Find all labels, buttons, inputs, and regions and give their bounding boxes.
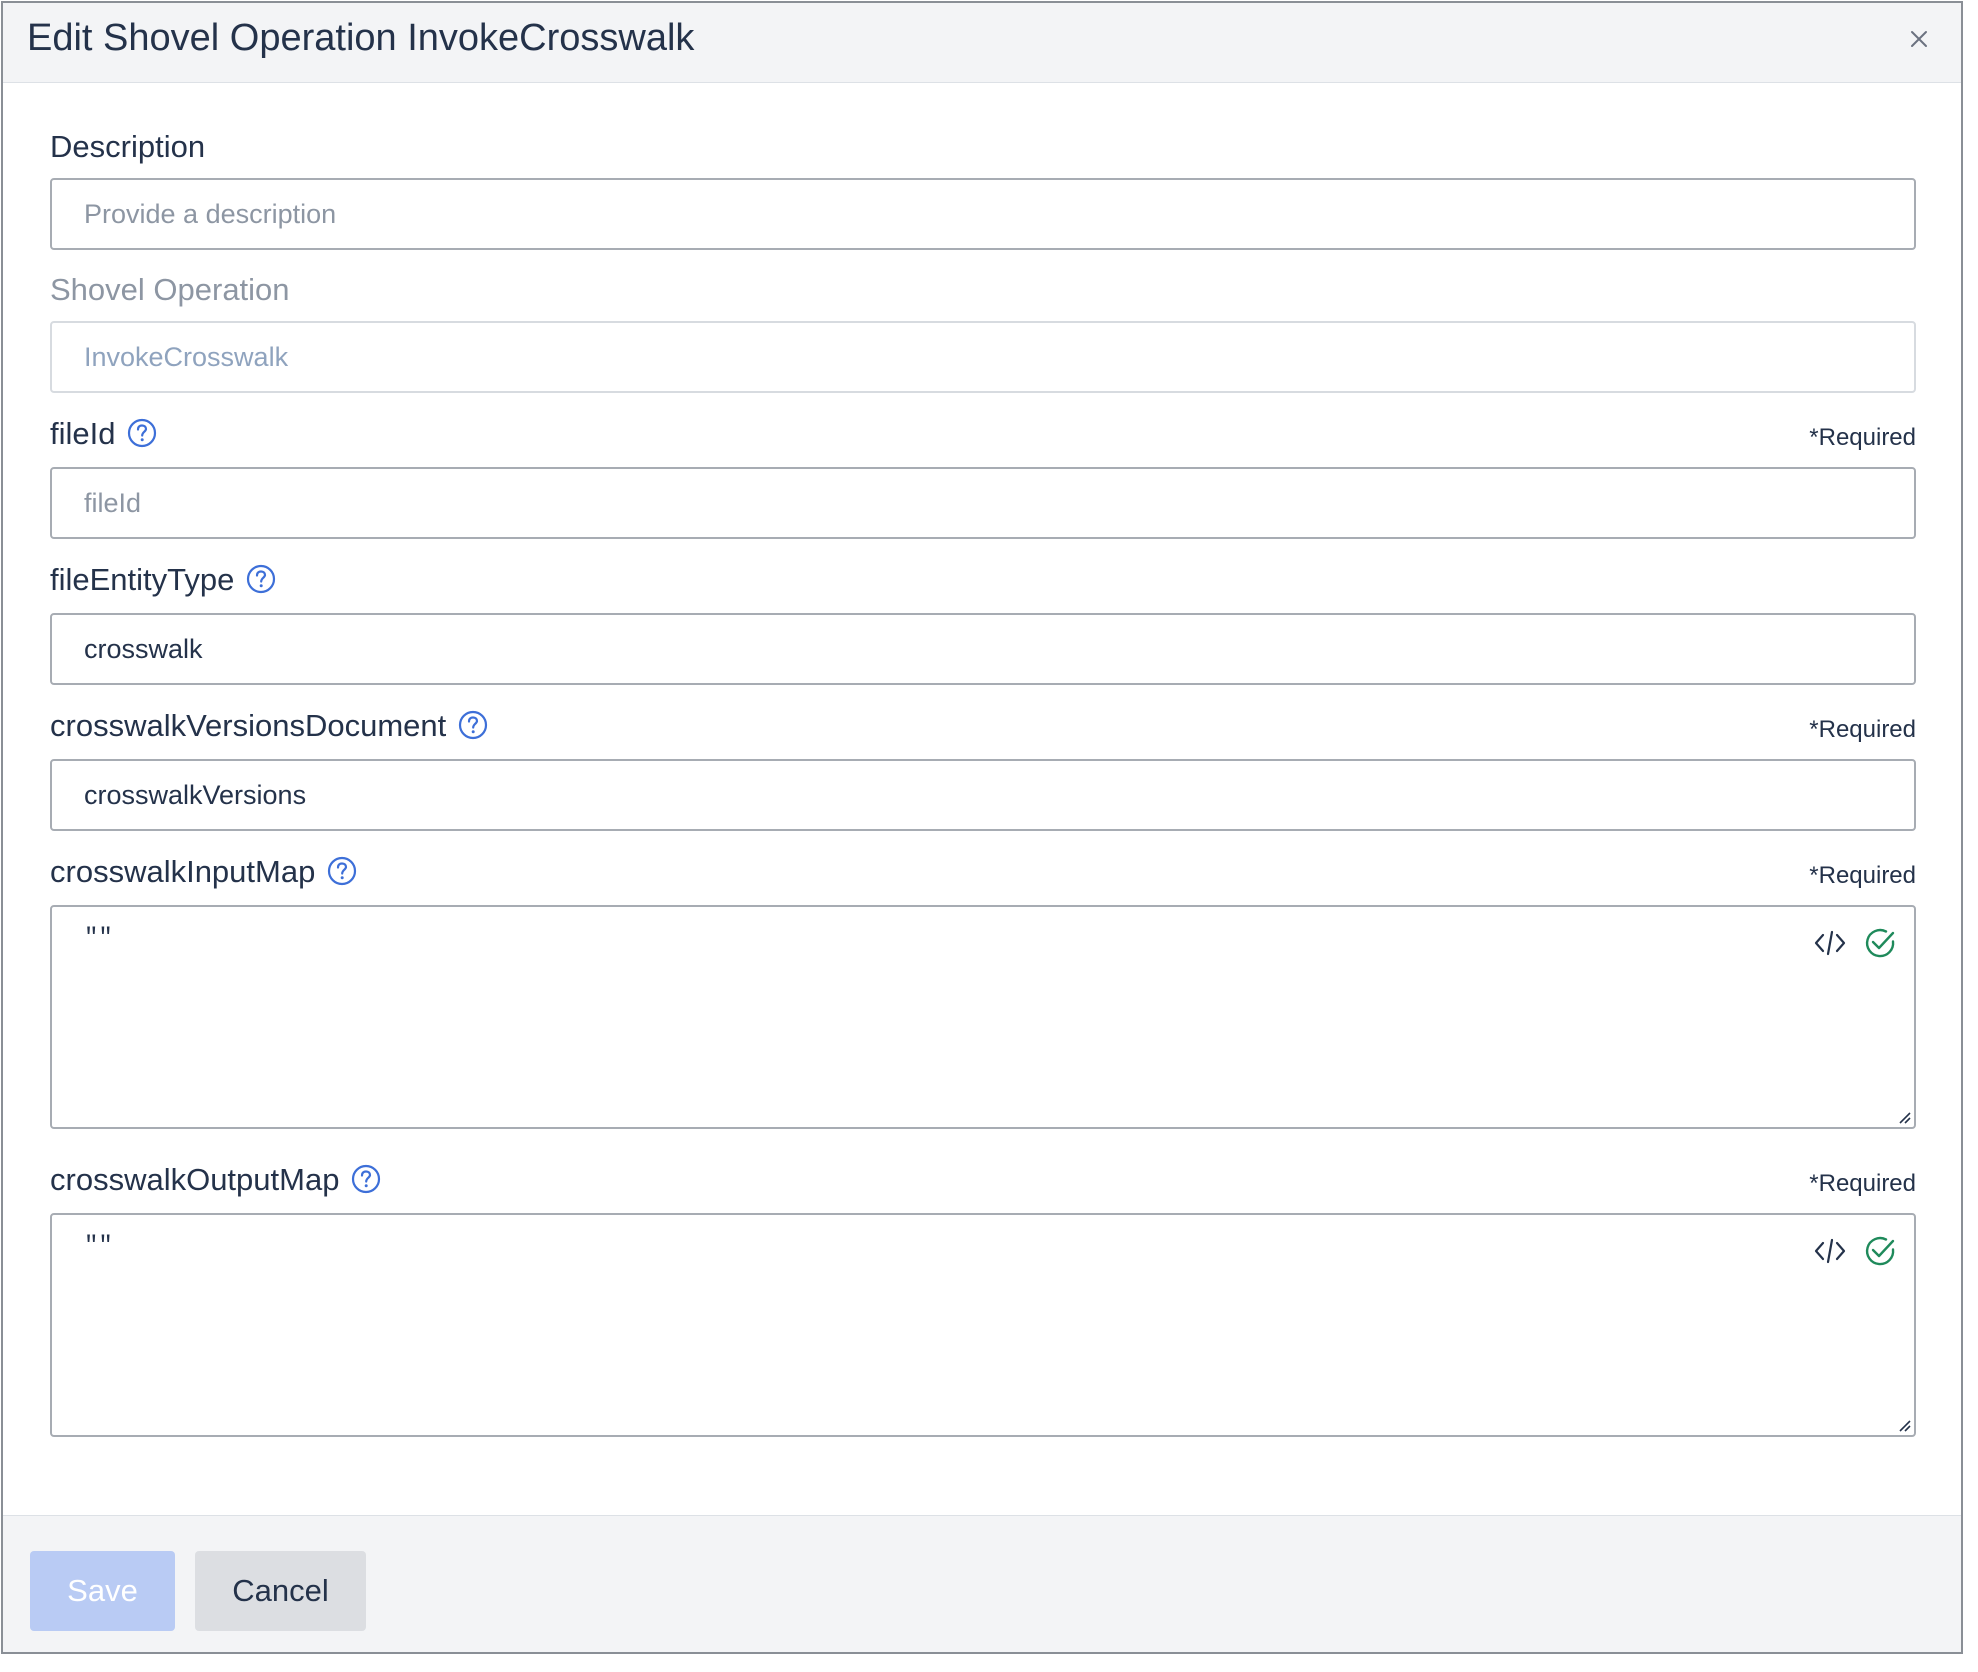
crosswalk-input-map-editor[interactable]: "" [50,905,1916,1129]
crosswalk-versions-document-label-text: crosswalkVersionsDocument [50,708,447,743]
help-circle-icon[interactable] [458,710,488,740]
crosswalk-output-map-label: crosswalkOutputMap [50,1162,381,1198]
help-circle-icon[interactable] [327,856,357,886]
crosswalk-output-map-required: *Required [1809,1170,1916,1197]
crosswalk-versions-document-label: crosswalkVersionsDocument [50,708,488,744]
code-icon[interactable] [1812,1233,1848,1269]
description-label: Description [50,129,206,164]
file-entity-type-label: fileEntityType [50,562,276,598]
file-id-label: fileId [50,416,157,452]
crosswalk-input-map-label-text: crosswalkInputMap [50,854,316,889]
crosswalk-input-map-value[interactable]: "" [84,925,113,952]
shovel-operation-label: Shovel Operation [50,272,290,307]
crosswalk-output-map-editor[interactable]: "" [50,1213,1916,1437]
code-icon[interactable] [1812,925,1848,961]
file-id-label-text: fileId [50,416,116,451]
edit-shovel-operation-dialog: Edit Shovel Operation InvokeCrosswalk De… [1,1,1963,1654]
help-circle-icon[interactable] [246,564,276,594]
close-icon[interactable] [1907,27,1931,51]
crosswalk-input-map-label: crosswalkInputMap [50,854,357,890]
crosswalk-input-map-required: *Required [1809,862,1916,889]
shovel-operation-input [50,321,1916,393]
dialog-footer: Save Cancel [3,1515,1961,1652]
crosswalk-versions-document-required: *Required [1809,716,1916,743]
crosswalk-versions-document-input[interactable] [50,759,1916,831]
crosswalk-output-map-value[interactable]: "" [84,1233,113,1260]
help-circle-icon[interactable] [127,418,157,448]
file-entity-type-input[interactable] [50,613,1916,685]
file-id-input[interactable] [50,467,1916,539]
save-button[interactable]: Save [30,1551,175,1631]
check-circle-icon[interactable] [1862,1233,1898,1269]
check-circle-icon[interactable] [1862,925,1898,961]
dialog-header: Edit Shovel Operation InvokeCrosswalk [3,3,1961,83]
resize-handle-icon[interactable] [1896,1417,1912,1433]
description-input[interactable] [50,178,1916,250]
crosswalk-output-map-label-text: crosswalkOutputMap [50,1162,340,1197]
dialog-title: Edit Shovel Operation InvokeCrosswalk [27,17,695,59]
resize-handle-icon[interactable] [1896,1109,1912,1125]
cancel-button[interactable]: Cancel [195,1551,366,1631]
help-circle-icon[interactable] [351,1164,381,1194]
file-entity-type-label-text: fileEntityType [50,562,235,597]
file-id-required: *Required [1809,424,1916,451]
